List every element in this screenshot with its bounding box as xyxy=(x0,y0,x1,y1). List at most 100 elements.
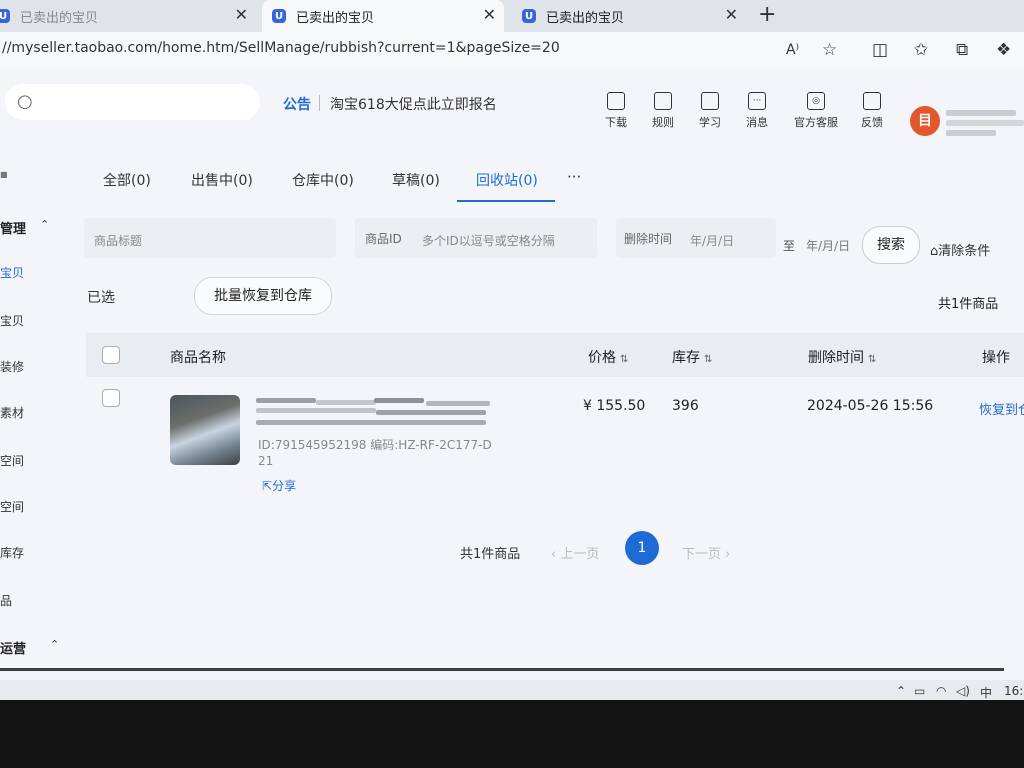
customer-service-button[interactable]: ◎ 官方客服 xyxy=(788,92,844,130)
tab-warehouse[interactable]: 仓库中(0) xyxy=(292,170,354,190)
sort-icon: ⇅ xyxy=(620,354,629,365)
sidebar-item-space-2[interactable]: 空间 xyxy=(0,498,24,515)
tab-title: 已卖出的宝贝 xyxy=(296,10,375,26)
share-button[interactable]: ⇱分享 xyxy=(262,477,296,494)
sidebar-item-materials[interactable]: 素材 xyxy=(0,404,24,421)
sidebar-group-operations[interactable]: 运营 xyxy=(0,638,26,657)
avatar[interactable]: 目 xyxy=(910,106,940,136)
wifi-icon[interactable]: ◠ xyxy=(936,684,946,698)
selected-label: 已选 xyxy=(87,290,115,306)
split-screen-icon[interactable]: ◫ xyxy=(872,40,888,60)
taobao-favicon-icon: U xyxy=(522,9,536,23)
message-button[interactable]: ··· 消息 xyxy=(735,92,779,130)
notice-link[interactable]: 淘宝618大促点此立即报名 xyxy=(330,94,497,114)
close-tab-icon[interactable]: ✕ xyxy=(725,5,738,24)
chevron-right-icon: › xyxy=(721,547,731,562)
delete-time-label: 删除时间 xyxy=(624,232,673,246)
restore-link[interactable]: 恢复到仓 xyxy=(979,399,1024,418)
rules-button[interactable]: 规则 xyxy=(641,92,685,130)
seller-header: ○ 公告 淘宝618大促点此立即报名 下载 规则 学习 ··· 消息 ◎ 官方客… xyxy=(0,68,1024,148)
sort-icon: ⇅ xyxy=(704,354,713,365)
browser-window: U 已卖出的宝贝 ✕ U 已卖出的宝贝 ✕ U 已卖出的宝贝 ✕ + //mys… xyxy=(0,0,1024,700)
close-tab-icon[interactable]: ✕ xyxy=(483,5,496,24)
column-header-stock[interactable]: 库存 ⇅ xyxy=(672,347,712,367)
system-tray: ⌃ ▭ ◠ ◁) 中 16:2 xyxy=(0,680,1024,700)
collections-icon[interactable]: ⧉ xyxy=(956,40,968,60)
learn-label: 学习 xyxy=(699,116,721,129)
date-to-input[interactable]: 年/月/日 xyxy=(806,237,850,254)
clock[interactable]: 16:2 xyxy=(1004,684,1024,698)
browser-tab-active[interactable]: U 已卖出的宝贝 ✕ xyxy=(262,0,504,32)
new-tab-button[interactable]: + xyxy=(758,2,776,27)
date-from-placeholder: 年/月/日 xyxy=(690,234,735,248)
product-stock: 396 xyxy=(672,398,699,414)
ime-indicator[interactable]: 中 xyxy=(980,684,992,700)
sidebar-item-inventory[interactable]: 库存 xyxy=(0,544,24,561)
download-button[interactable]: 下载 xyxy=(594,92,638,130)
browser-tab[interactable]: U 已卖出的宝贝 ✕ xyxy=(512,0,744,32)
url-field[interactable]: //myseller.taobao.com/home.htm/SellManag… xyxy=(2,40,560,56)
scrollbar-horizontal[interactable] xyxy=(0,668,1004,671)
rules-label: 规则 xyxy=(652,116,674,129)
feedback-button[interactable]: 反馈 xyxy=(850,92,894,130)
product-title-redacted[interactable] xyxy=(256,398,492,428)
tab-on-sale[interactable]: 出售中(0) xyxy=(191,170,253,190)
search-input[interactable]: ○ xyxy=(5,84,260,120)
select-all-checkbox[interactable] xyxy=(102,346,120,364)
search-button[interactable]: 搜索 xyxy=(862,226,920,264)
sidebar-group-manage[interactable]: 管理 xyxy=(0,218,26,237)
id-filter-placeholder: 多个ID以逗号或空格分隔 xyxy=(422,234,555,248)
sidebar-item-products[interactable]: 宝贝 xyxy=(0,312,24,329)
show-hidden-icons-icon[interactable]: ⌃ xyxy=(896,684,906,698)
close-tab-icon[interactable]: ✕ xyxy=(235,5,248,24)
title-filter[interactable]: 商品标题 xyxy=(84,218,336,258)
clear-filters-button[interactable]: ⌂清除条件 xyxy=(930,240,990,259)
sidebar-item-products-selected[interactable]: 宝贝 xyxy=(0,264,24,281)
stock-header-label: 库存 xyxy=(672,350,700,366)
sidebar-item-decorate[interactable]: 装修 xyxy=(0,358,24,375)
id-filter[interactable]: 商品ID 多个ID以逗号或空格分隔 xyxy=(355,218,597,258)
prev-page-button[interactable]: ‹ 上一页 xyxy=(551,543,599,562)
sidebar-item-space[interactable]: 空间 xyxy=(0,452,24,469)
tab-drafts[interactable]: 草稿(0) xyxy=(392,170,440,190)
chevron-up-icon[interactable]: ⌃ xyxy=(50,638,59,651)
feedback-label: 反馈 xyxy=(861,116,883,129)
favorites-icon[interactable]: ✩ xyxy=(914,40,928,60)
learn-icon xyxy=(701,92,719,110)
browser-tab[interactable]: U 已卖出的宝贝 ✕ xyxy=(0,0,252,32)
next-page-button[interactable]: 下一页 › xyxy=(682,543,730,562)
sidebar-item-goods[interactable]: 品 xyxy=(0,592,12,609)
row-checkbox[interactable] xyxy=(102,389,120,407)
share-icon: ⇱ xyxy=(262,479,273,493)
monitor-bezel xyxy=(0,700,1024,768)
product-meta: ID:791545952198 编码:HZ-RF-2C177-D21 xyxy=(258,438,492,468)
share-label: 分享 xyxy=(272,479,297,493)
date-range-to-label: 至 xyxy=(783,239,796,253)
tab-all[interactable]: 全部(0) xyxy=(103,170,151,190)
next-page-label: 下一页 xyxy=(682,547,722,562)
chevron-up-icon[interactable]: ⌃ xyxy=(40,218,49,231)
search-icon: ○ xyxy=(17,91,33,112)
more-tabs-icon[interactable]: ··· xyxy=(567,168,581,186)
learn-button[interactable]: 学习 xyxy=(688,92,732,130)
column-header-action: 操作 xyxy=(982,350,1010,366)
extensions-icon[interactable]: ❖ xyxy=(996,40,1011,60)
prev-page-label: 上一页 xyxy=(560,547,600,562)
download-label: 下载 xyxy=(605,116,627,129)
favorite-star-icon[interactable]: ☆ xyxy=(822,40,837,60)
page-1-button[interactable]: 1 xyxy=(625,531,659,565)
delete-time-from[interactable]: 删除时间 年/月/日 xyxy=(616,218,776,258)
batch-restore-button[interactable]: 批量恢复到仓库 xyxy=(194,277,332,315)
volume-icon[interactable]: ◁) xyxy=(956,684,970,698)
read-aloud-icon[interactable]: A⁾ xyxy=(786,42,799,58)
network-icon[interactable]: ▭ xyxy=(914,684,925,698)
sort-icon: ⇅ xyxy=(868,354,877,365)
tab-recycle-bin[interactable]: 回收站(0) xyxy=(476,170,538,190)
notice-label: 公告 xyxy=(283,97,311,113)
table-header xyxy=(86,333,1024,377)
column-header-deleted-at[interactable]: 删除时间 ⇅ xyxy=(808,347,876,367)
column-header-price[interactable]: 价格 ⇅ xyxy=(588,347,628,367)
product-thumbnail[interactable] xyxy=(170,395,240,465)
deleted-at-header-label: 删除时间 xyxy=(808,350,864,366)
id-filter-label: 商品ID xyxy=(365,232,402,246)
